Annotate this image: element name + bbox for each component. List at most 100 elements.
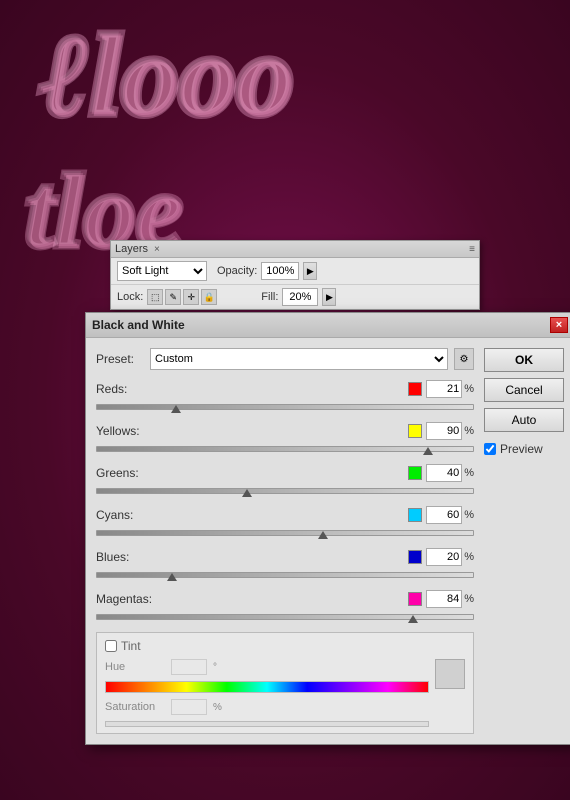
fill-input[interactable] xyxy=(282,288,318,306)
blues-pct: % xyxy=(464,551,474,563)
blues-slider-bg xyxy=(96,572,474,578)
hue-slider-track xyxy=(105,681,429,693)
preset-options-btn[interactable]: ⚙ xyxy=(454,348,474,370)
layers-close-tab-btn[interactable]: × xyxy=(152,244,162,255)
layers-panel-menu[interactable]: ≡ xyxy=(469,244,475,255)
magentas-slider-bg xyxy=(96,614,474,620)
lock-pixels-btn[interactable]: ✎ xyxy=(165,289,181,305)
cyans-label: Cyans: xyxy=(96,508,166,522)
tint-color-swatch[interactable] xyxy=(435,659,465,689)
greens-slider-bg xyxy=(96,488,474,494)
layers-panel: Layers × ≡ Soft Light Opacity: ▶ Lock: ⬚… xyxy=(110,240,480,310)
hue-unit: ° xyxy=(213,662,217,673)
yellows-slider-bg xyxy=(96,446,474,452)
preview-row: Preview xyxy=(484,442,564,456)
yellows-pct: % xyxy=(464,425,474,437)
tint-checkbox[interactable] xyxy=(105,640,117,652)
reds-value-container: % xyxy=(426,380,474,398)
cyans-pct: % xyxy=(464,509,474,521)
reds-value-input[interactable] xyxy=(426,380,462,398)
yellows-value-container: % xyxy=(426,422,474,440)
cyans-slider-bg xyxy=(96,530,474,536)
cyans-slider-track[interactable] xyxy=(96,526,474,540)
lock-label: Lock: xyxy=(117,291,143,303)
lock-all-btn[interactable]: 🔒 xyxy=(201,289,217,305)
tint-section: Tint Hue ° Saturation xyxy=(96,632,474,734)
layers-titlebar: Layers × ≡ xyxy=(111,241,479,258)
blues-value-input[interactable] xyxy=(426,548,462,566)
reds-label: Reds: xyxy=(96,382,166,396)
bw-titlebar: Black and White × xyxy=(86,313,570,338)
auto-button[interactable]: Auto xyxy=(484,408,564,432)
magentas-slider-header: Magentas: % xyxy=(96,590,474,608)
blues-value-container: % xyxy=(426,548,474,566)
sat-unit: % xyxy=(213,702,222,713)
greens-value-container: % xyxy=(426,464,474,482)
reds-slider-thumb xyxy=(171,405,181,413)
preview-checkbox[interactable] xyxy=(484,443,496,455)
candy-text-1: ℓlooo xyxy=(40,10,294,142)
reds-slider-bg xyxy=(96,404,474,410)
lock-position-btn[interactable]: ✛ xyxy=(183,289,199,305)
greens-label: Greens: xyxy=(96,466,166,480)
greens-slider-header: Greens: % xyxy=(96,464,474,482)
blues-label: Blues: xyxy=(96,550,166,564)
cancel-button[interactable]: Cancel xyxy=(484,378,564,402)
opacity-input[interactable] xyxy=(261,262,299,280)
bw-dialog-title: Black and White xyxy=(92,318,185,332)
greens-pct: % xyxy=(464,467,474,479)
greens-slider-row: Greens: % xyxy=(96,464,474,498)
sat-value-input xyxy=(171,699,207,715)
magentas-swatch xyxy=(408,592,422,606)
sat-slider-track xyxy=(105,721,429,727)
blues-slider-row: Blues: % xyxy=(96,548,474,582)
blues-slider-track[interactable] xyxy=(96,568,474,582)
yellows-value-input[interactable] xyxy=(426,422,462,440)
reds-slider-track[interactable] xyxy=(96,400,474,414)
ok-button[interactable]: OK xyxy=(484,348,564,372)
yellows-slider-row: Yellows: % xyxy=(96,422,474,456)
opacity-arrow-btn[interactable]: ▶ xyxy=(303,262,317,280)
greens-swatch xyxy=(408,466,422,480)
layers-blend-row: Soft Light Opacity: ▶ xyxy=(111,258,479,285)
reds-slider-header: Reds: % xyxy=(96,380,474,398)
reds-swatch xyxy=(408,382,422,396)
cyans-slider-thumb xyxy=(318,531,328,539)
hue-value-input xyxy=(171,659,207,675)
yellows-label: Yellows: xyxy=(96,424,166,438)
reds-pct: % xyxy=(464,383,474,395)
hue-row: Hue ° xyxy=(105,659,429,675)
blues-slider-thumb xyxy=(167,573,177,581)
yellows-slider-track[interactable] xyxy=(96,442,474,456)
reds-slider-row: Reds: % xyxy=(96,380,474,414)
bw-close-btn[interactable]: × xyxy=(550,317,568,333)
fill-label: Fill: xyxy=(261,291,278,303)
sat-row: Saturation % xyxy=(105,699,429,715)
magentas-slider-thumb xyxy=(408,615,418,623)
blend-mode-select[interactable]: Soft Light xyxy=(117,261,207,281)
magentas-label: Magentas: xyxy=(96,592,166,606)
magentas-slider-track[interactable] xyxy=(96,610,474,624)
bw-dialog: Black and White × Preset: Custom ⚙ Reds: xyxy=(85,312,570,745)
layers-panel-title: Layers xyxy=(115,243,148,255)
cyans-slider-header: Cyans: % xyxy=(96,506,474,524)
magentas-value-container: % xyxy=(426,590,474,608)
preset-label: Preset: xyxy=(96,352,144,366)
layers-lock-row: Lock: ⬚ ✎ ✛ 🔒 Fill: ▶ xyxy=(111,285,479,309)
greens-value-input[interactable] xyxy=(426,464,462,482)
cyans-value-container: % xyxy=(426,506,474,524)
fill-arrow-btn[interactable]: ▶ xyxy=(322,288,336,306)
lock-transparent-btn[interactable]: ⬚ xyxy=(147,289,163,305)
yellows-slider-header: Yellows: % xyxy=(96,422,474,440)
cyans-value-input[interactable] xyxy=(426,506,462,524)
greens-slider-track[interactable] xyxy=(96,484,474,498)
bw-right-panel: OK Cancel Auto Preview xyxy=(484,348,564,734)
lock-icons: ⬚ ✎ ✛ 🔒 xyxy=(147,289,217,305)
preview-label: Preview xyxy=(500,442,543,456)
blues-swatch xyxy=(408,550,422,564)
yellows-swatch xyxy=(408,424,422,438)
cyans-swatch xyxy=(408,508,422,522)
preset-select[interactable]: Custom xyxy=(150,348,448,370)
magentas-value-input[interactable] xyxy=(426,590,462,608)
tint-header: Tint xyxy=(105,639,465,653)
